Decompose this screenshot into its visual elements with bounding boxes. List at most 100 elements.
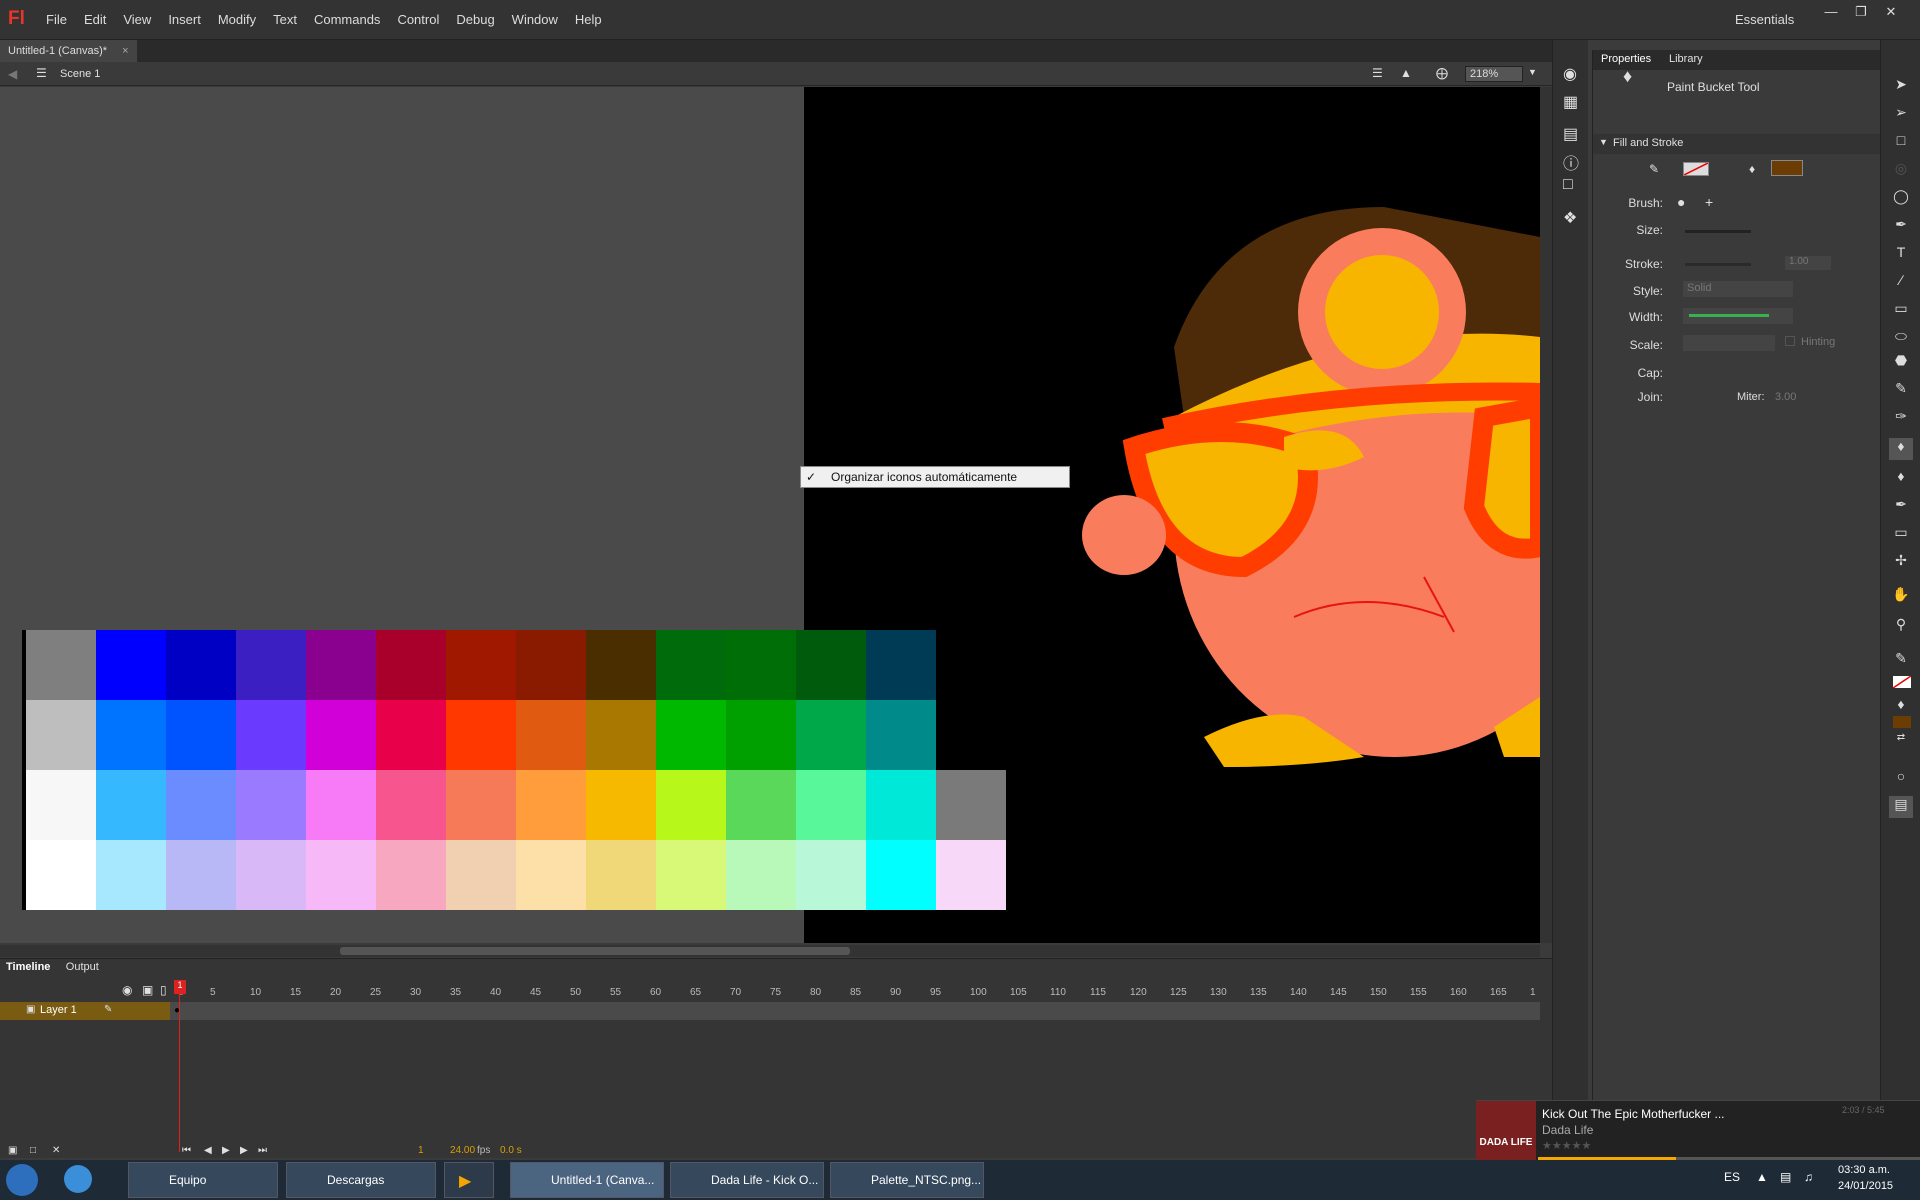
language-indicator[interactable]: ES xyxy=(1724,1170,1740,1184)
center-stage-icon[interactable]: ⨁ xyxy=(1436,66,1448,80)
menu-modify[interactable]: Modify xyxy=(218,12,256,27)
start-button[interactable] xyxy=(6,1164,38,1196)
zoom-tool-icon[interactable]: ⚲ xyxy=(1889,616,1913,638)
paint-bucket-tool-icon[interactable]: ♦ xyxy=(1889,438,1913,460)
style-dropdown[interactable]: Solid xyxy=(1683,281,1793,297)
rectangle-tool-icon[interactable]: ▭ xyxy=(1889,300,1913,322)
components-panel-icon[interactable]: ❖ xyxy=(1563,208,1577,228)
menu-insert[interactable]: Insert xyxy=(168,12,201,27)
eraser-tool-icon[interactable]: ▭ xyxy=(1889,524,1913,546)
fill-color-icon[interactable]: ♦ xyxy=(1889,696,1913,718)
document-tab[interactable]: Untitled-1 (Canvas)* × xyxy=(0,40,137,62)
transform-panel-icon[interactable]: □ xyxy=(1563,176,1573,194)
step-forward-icon[interactable]: ▶ xyxy=(240,1145,248,1156)
hinting-checkbox[interactable] xyxy=(1785,336,1795,346)
width-dropdown[interactable] xyxy=(1683,308,1793,324)
align-panel-icon[interactable]: ▤ xyxy=(1563,124,1578,144)
taskbar-item-chrome[interactable]: Palette_NTSC.png... xyxy=(830,1162,984,1198)
clock-time[interactable]: 03:30 a.m. xyxy=(1838,1164,1890,1176)
free-transform-icon[interactable]: □ xyxy=(1889,132,1913,154)
zoom-dropdown-icon[interactable]: ▼ xyxy=(1528,67,1537,77)
eye-icon[interactable]: ◉ xyxy=(122,983,132,997)
fill-color-chip[interactable] xyxy=(1893,716,1911,728)
outline-icon[interactable]: ▯ xyxy=(160,983,167,997)
text-tool-icon[interactable]: T xyxy=(1889,244,1913,266)
volume-icon[interactable]: ♫ xyxy=(1804,1170,1813,1184)
restore-icon[interactable]: ❐ xyxy=(1846,4,1876,20)
last-frame-icon[interactable]: ⏭ xyxy=(258,1145,267,1156)
delete-icon[interactable]: ✕ xyxy=(52,1145,60,1156)
hand-tool-icon[interactable]: ✋ xyxy=(1889,586,1913,608)
edit-symbols-icon[interactable]: ▲ xyxy=(1400,66,1412,80)
color-panel-icon[interactable]: ◉ xyxy=(1563,64,1577,84)
stroke-color-swatch[interactable] xyxy=(1683,162,1709,176)
fill-color-swatch[interactable] xyxy=(1771,160,1803,176)
swap-colors-icon[interactable]: ⇄ xyxy=(1889,732,1913,754)
vertical-scrollbar[interactable] xyxy=(1540,87,1552,943)
context-menu[interactable]: ✓ Organizar iconos automáticamente xyxy=(800,466,1070,488)
stroke-color-icon[interactable]: ✎ xyxy=(1889,650,1913,672)
bone-tool-icon[interactable]: ✢ xyxy=(1889,552,1913,574)
tab-output[interactable]: Output xyxy=(66,961,99,973)
tab-close-icon[interactable]: × xyxy=(122,45,128,57)
first-frame-icon[interactable]: ⏮ xyxy=(182,1145,191,1156)
tab-library[interactable]: Library xyxy=(1669,53,1703,65)
edit-scene-icon[interactable]: ☰ xyxy=(1372,66,1383,80)
taskbar-item-equipo[interactable]: Equipo xyxy=(128,1162,278,1198)
media-player-popup[interactable]: DADA LIFE Kick Out The Epic Motherfucker… xyxy=(1476,1100,1920,1161)
brush-shape-icon[interactable]: ● xyxy=(1677,194,1685,210)
miter-value[interactable]: 3.00 xyxy=(1775,391,1796,403)
menu-file[interactable]: File xyxy=(46,12,67,27)
eyedropper-icon[interactable]: ✒ xyxy=(1889,496,1913,518)
pencil-tool-icon[interactable]: ✎ xyxy=(1889,380,1913,402)
lock-icon[interactable]: ▣ xyxy=(142,983,153,997)
selection-tool-icon[interactable]: ➤ xyxy=(1889,76,1913,98)
menu-control[interactable]: Control xyxy=(397,12,439,27)
info-panel-icon[interactable]: ⓘ xyxy=(1563,150,1579,174)
tab-properties[interactable]: Properties xyxy=(1601,53,1651,65)
clock-date[interactable]: 24/01/2015 xyxy=(1838,1180,1893,1192)
stroke-value[interactable]: 1.00 xyxy=(1785,256,1831,270)
menu-help[interactable]: Help xyxy=(575,12,602,27)
new-layer-icon[interactable]: ▣ xyxy=(8,1145,17,1156)
snap-icon[interactable]: ▤ xyxy=(1889,796,1913,818)
taskbar-item-flash[interactable]: Untitled-1 (Canva... xyxy=(510,1162,664,1198)
object-drawing-icon[interactable]: ○ xyxy=(1889,768,1913,790)
menu-commands[interactable]: Commands xyxy=(314,12,380,27)
tray-arrow-icon[interactable]: ▲ xyxy=(1756,1170,1768,1184)
back-arrow-icon[interactable]: ◀ xyxy=(8,67,17,81)
stroke-color-chip[interactable] xyxy=(1892,675,1912,689)
size-slider[interactable] xyxy=(1685,230,1751,233)
line-tool-icon[interactable]: ∕ xyxy=(1889,272,1913,294)
context-menu-item[interactable]: Organizar iconos automáticamente xyxy=(831,470,1017,484)
browser-icon[interactable] xyxy=(64,1165,92,1193)
step-back-icon[interactable]: ◀ xyxy=(204,1145,212,1156)
rating-stars[interactable]: ★★★★★ xyxy=(1542,1139,1591,1152)
plus-icon[interactable]: + xyxy=(1705,194,1713,210)
frame-rate[interactable]: 24.00 xyxy=(450,1145,475,1156)
play-icon[interactable]: ▶ xyxy=(222,1145,230,1156)
taskbar-item-dada-life[interactable]: Dada Life - Kick O... xyxy=(670,1162,824,1198)
close-icon[interactable]: ✕ xyxy=(1876,4,1906,20)
menu-text[interactable]: Text xyxy=(273,12,297,27)
polystar-tool-icon[interactable]: ⬣ xyxy=(1889,352,1913,374)
playhead[interactable] xyxy=(179,982,180,1152)
pen-tool-icon[interactable]: ✒ xyxy=(1889,216,1913,238)
menu-window[interactable]: Window xyxy=(512,12,558,27)
stroke-slider[interactable] xyxy=(1685,263,1751,266)
oval-tool-icon[interactable]: ⬭ xyxy=(1889,328,1913,350)
layer-row[interactable]: Layer 1 ▣ ✎ ● xyxy=(0,1002,1540,1020)
frame-ruler[interactable]: 1510152025303540455055606570758085909510… xyxy=(170,985,1540,1003)
subselection-tool-icon[interactable]: ➢ xyxy=(1889,104,1913,126)
taskbar-item-media-player[interactable]: ▶ xyxy=(444,1162,494,1198)
ink-bottle-icon[interactable]: ♦ xyxy=(1889,468,1913,490)
network-icon[interactable]: ▤ xyxy=(1780,1170,1791,1184)
scrollbar-thumb[interactable] xyxy=(340,947,850,955)
minimize-icon[interactable]: — xyxy=(1816,4,1846,20)
scale-dropdown[interactable] xyxy=(1683,335,1775,351)
new-folder-icon[interactable]: □ xyxy=(30,1145,36,1156)
brush-tool-icon[interactable]: ✑ xyxy=(1889,408,1913,430)
taskbar-item-descargas[interactable]: Descargas xyxy=(286,1162,436,1198)
lasso-tool-icon[interactable]: ◯ xyxy=(1889,188,1913,210)
playhead-handle[interactable]: 1 xyxy=(174,980,186,994)
